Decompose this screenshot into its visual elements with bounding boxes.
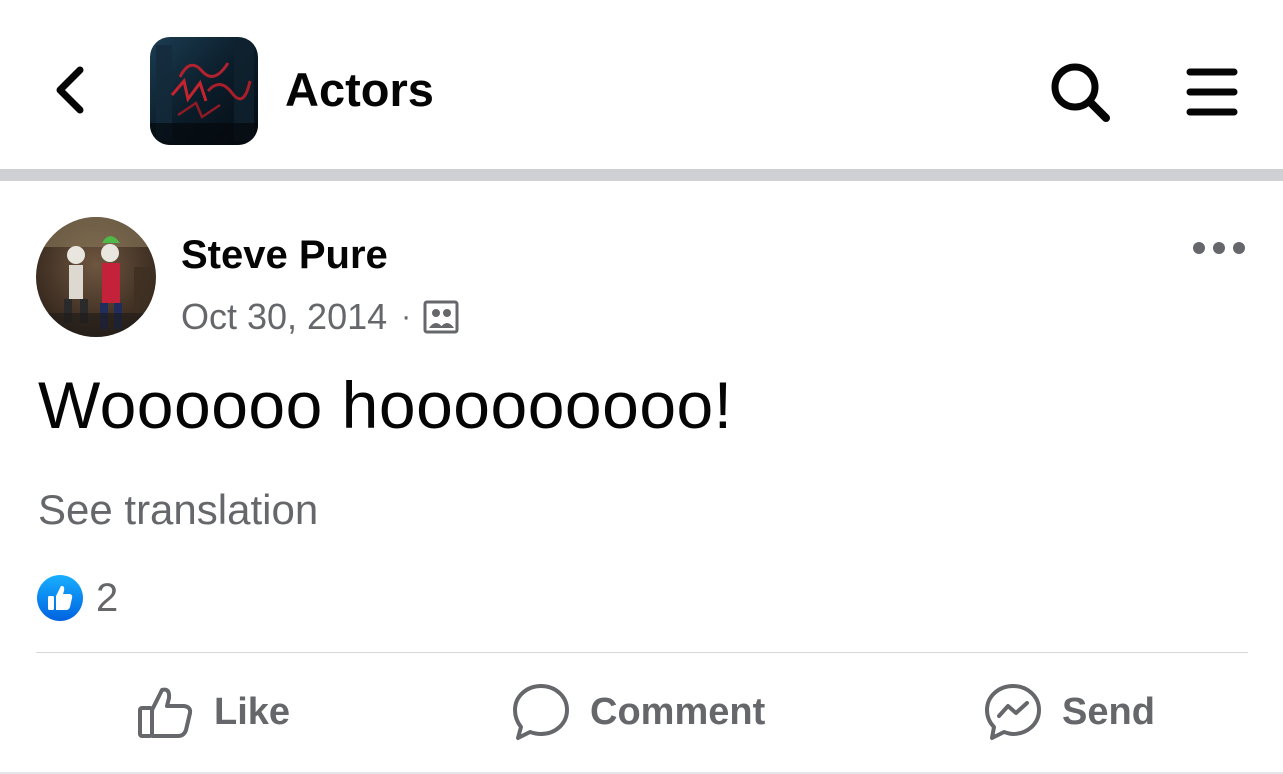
- page-title: Actors: [285, 63, 434, 116]
- author-name[interactable]: Steve Pure: [181, 231, 388, 279]
- send-button[interactable]: Send: [982, 678, 1155, 746]
- reaction-count: 2: [96, 575, 119, 620]
- actions-divider: [36, 652, 1248, 653]
- post-options-button[interactable]: [1190, 233, 1248, 263]
- send-label: Send: [1062, 690, 1155, 733]
- group-cover-image: [150, 37, 258, 145]
- comment-button[interactable]: Comment: [510, 678, 765, 746]
- search-icon: [1051, 63, 1110, 122]
- post-date[interactable]: Oct 30, 2014: [181, 296, 387, 338]
- author-profile-photo: [36, 217, 156, 337]
- search-button[interactable]: [1046, 58, 1114, 126]
- post-text: Woooooo hooooooooo!: [38, 368, 733, 442]
- group-post-screen: Actors Steve Pure Oct 30, 2014 · Woooooo…: [0, 0, 1283, 774]
- menu-button[interactable]: [1182, 62, 1242, 122]
- comment-label: Comment: [590, 690, 766, 733]
- thumbs-up-icon: [138, 687, 193, 738]
- more-dots-icon: [1193, 242, 1245, 254]
- hamburger-menu-icon: [1186, 68, 1238, 116]
- like-label: Like: [214, 690, 291, 733]
- messenger-icon: [985, 684, 1041, 740]
- author-avatar[interactable]: [36, 217, 156, 337]
- back-button[interactable]: [44, 60, 100, 120]
- post-card: Steve Pure Oct 30, 2014 · Woooooo hooooo…: [0, 181, 1283, 774]
- like-reaction-icon: [37, 575, 83, 621]
- group-members-icon: [423, 300, 459, 334]
- like-button[interactable]: Like: [136, 678, 290, 746]
- meta-separator: ·: [401, 300, 412, 333]
- header-divider: [0, 169, 1283, 181]
- post-meta: Oct 30, 2014 ·: [181, 293, 459, 341]
- comment-bubble-icon: [513, 684, 569, 740]
- top-navigation-bar: Actors: [0, 0, 1283, 170]
- group-avatar[interactable]: [150, 37, 258, 145]
- reactions-summary[interactable]: 2: [36, 573, 118, 623]
- chevron-left-icon: [56, 66, 84, 114]
- see-translation-link[interactable]: See translation: [38, 485, 318, 535]
